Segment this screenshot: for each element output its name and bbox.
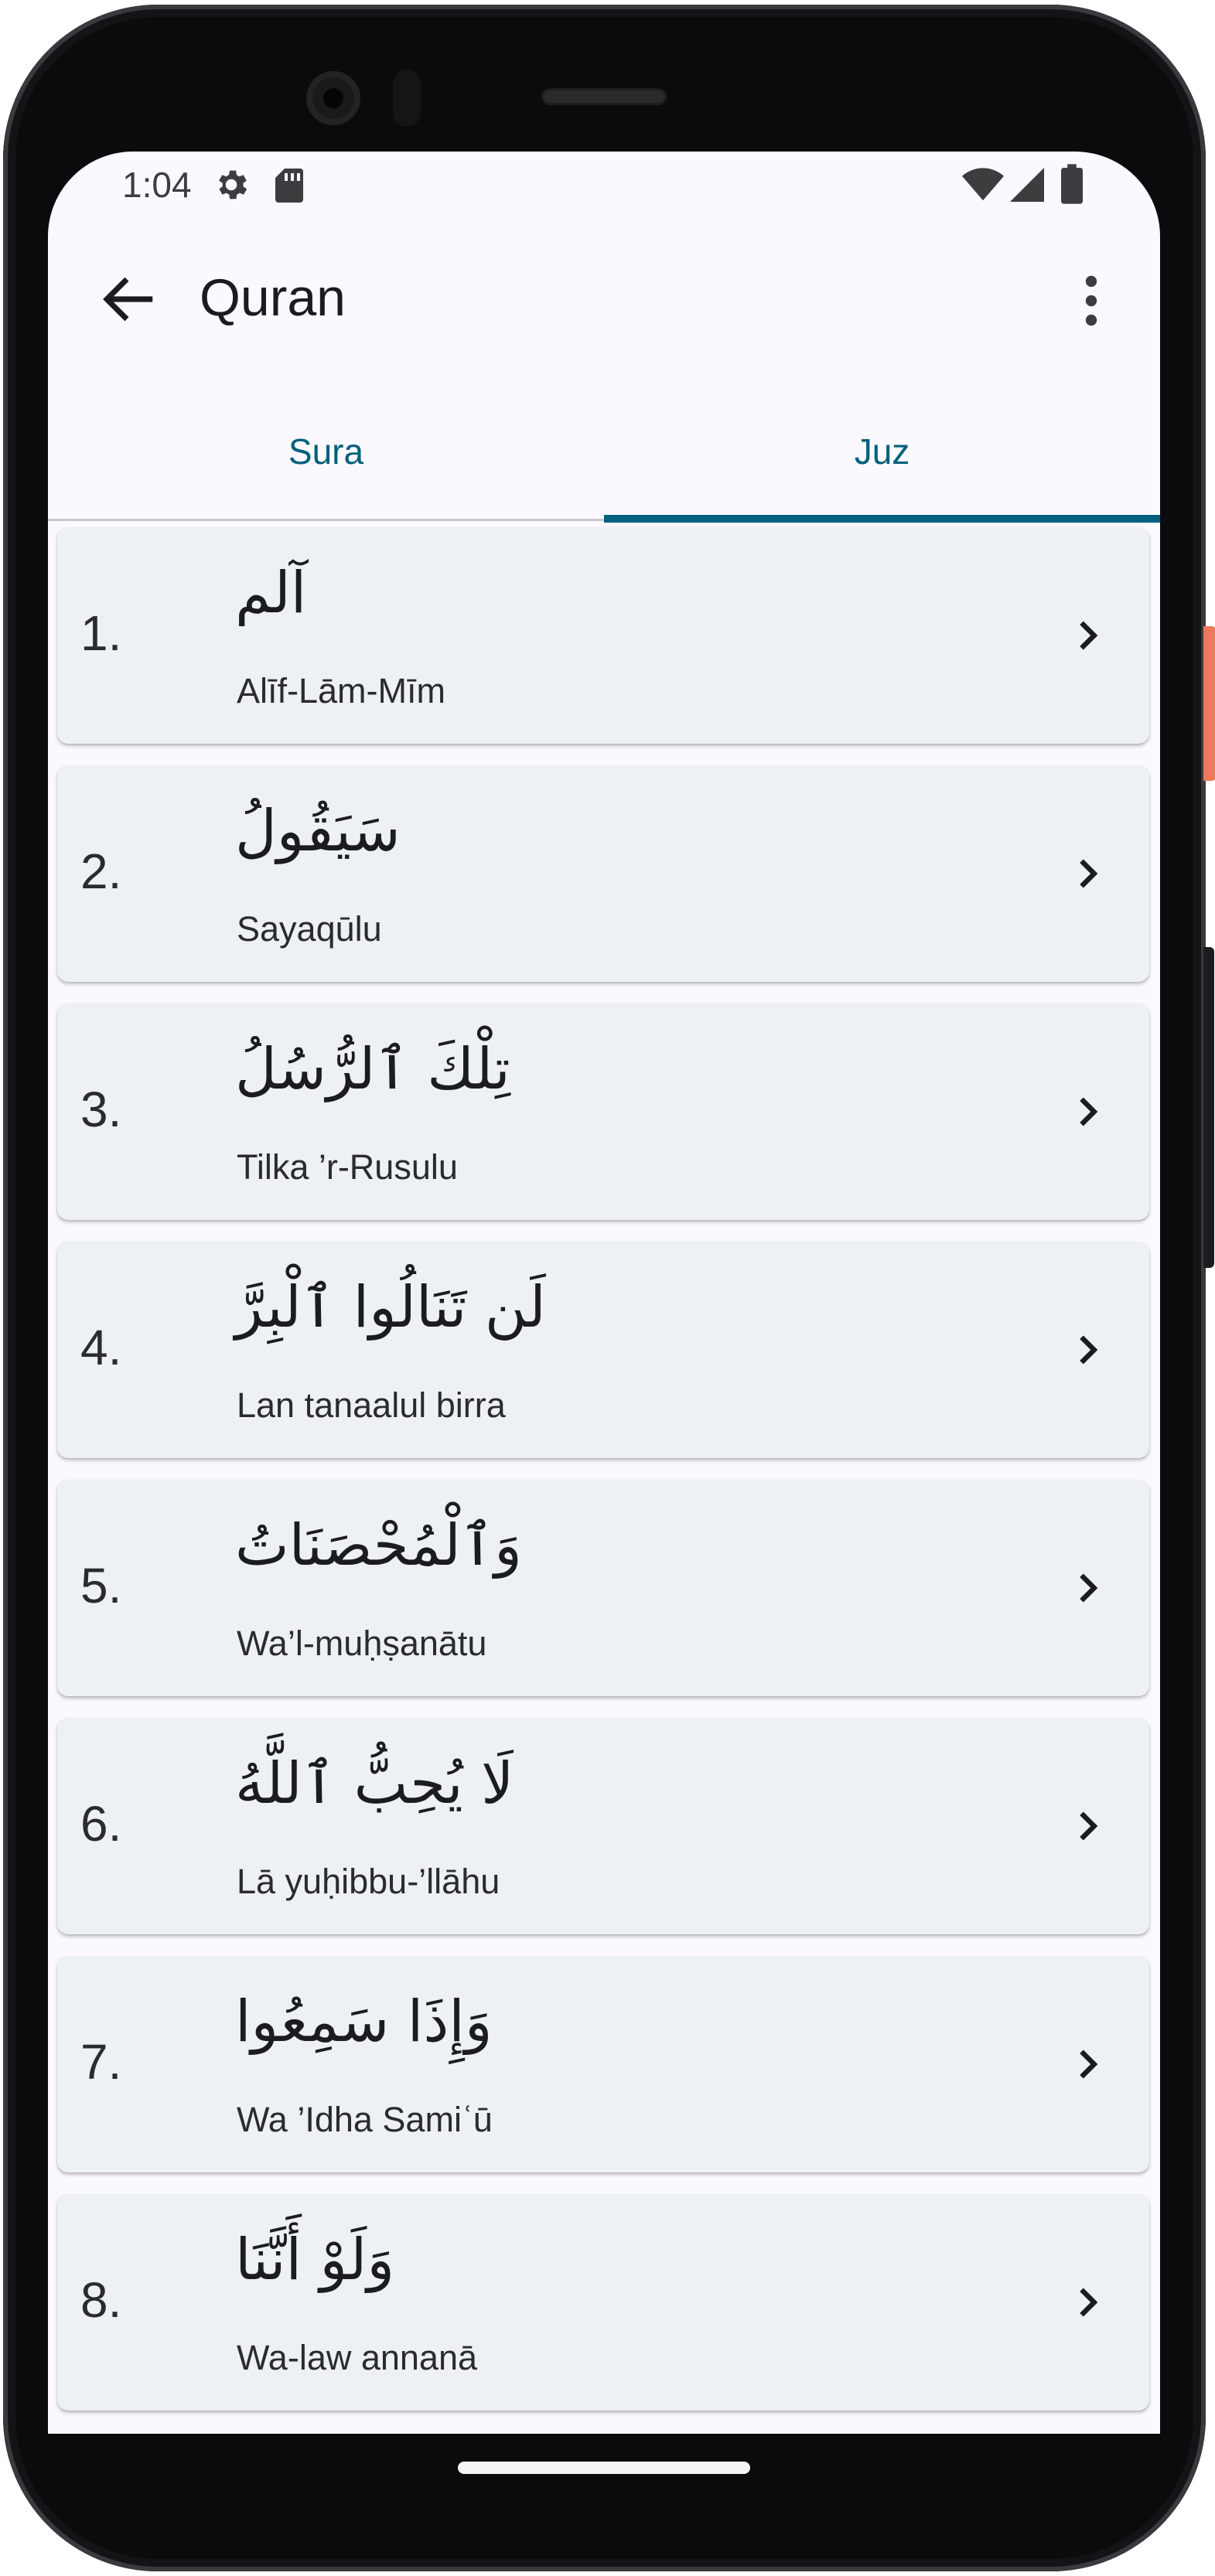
juz-transliteration: Wa’l-muḥṣanātu <box>237 1624 487 1663</box>
arrow-back-icon[interactable] <box>94 266 161 332</box>
battery-icon <box>1061 164 1083 204</box>
juz-number: 7. <box>80 2034 122 2090</box>
juz-card-6[interactable]: 6. لَا يُحِبُّ ٱللَّهُ Lā yuḥibbu-’llāhu <box>57 1718 1149 1934</box>
status-bar: 1:04 <box>48 152 1160 220</box>
app-bar: Quran <box>48 220 1160 382</box>
gear-icon <box>219 170 247 199</box>
juz-card-7[interactable]: 7. وَإِذَا سَمِعُوا Wa ’Idha Samiʿū <box>57 1956 1149 2172</box>
juz-number: 8. <box>80 2272 122 2328</box>
juz-card-8[interactable]: 8. وَلَوْ أَنَّنَا Wa-law annanā <box>57 2194 1149 2411</box>
juz-card-4[interactable]: 4. لَن تَنَالُوا ٱلْبِرَّ Lan tanaalul b… <box>57 1242 1149 1458</box>
chevron-right-icon <box>1080 1097 1098 1126</box>
juz-transliteration: Lā yuḥibbu-’llāhu <box>237 1862 500 1901</box>
juz-card-1[interactable]: 1. آلم Alīf-Lām-Mīm <box>57 527 1149 744</box>
tab-sura[interactable]: Sura <box>48 382 604 521</box>
juz-card-5[interactable]: 5. وَٱلْمُحْصَنَاتُ Wa’l-muḥṣanātu <box>57 1480 1149 1696</box>
juz-arabic-title: آلم <box>235 560 307 626</box>
front-camera <box>306 71 360 125</box>
juz-number: 1. <box>80 605 122 661</box>
juz-transliteration: Tilka ’r-Rusulu <box>237 1147 458 1187</box>
juz-number: 3. <box>80 1082 122 1137</box>
tab-indicator <box>604 515 1160 523</box>
proximity-sensor <box>393 70 421 127</box>
power-button <box>1203 626 1215 781</box>
juz-number: 2. <box>80 843 122 899</box>
juz-arabic-title: وَٱلْمُحْصَنَاتُ <box>235 1512 522 1579</box>
sd-card-icon <box>275 169 303 203</box>
juz-arabic-title: وَإِذَا سَمِعُوا <box>235 1988 493 2055</box>
more-vert-icon[interactable] <box>1058 267 1125 334</box>
chevron-right-icon <box>1080 1573 1098 1603</box>
wifi-icon <box>962 168 1004 201</box>
home-gesture-handle[interactable] <box>458 2462 750 2474</box>
chevron-right-icon <box>1080 1811 1098 1841</box>
tab-row: Sura Juz <box>48 382 1160 521</box>
juz-transliteration: Wa ’Idha Samiʿū <box>237 2100 493 2139</box>
app-title: Quran <box>200 268 346 327</box>
juz-arabic-title: تِلْكَ ٱلرُّسُلُ <box>235 1036 510 1102</box>
chevron-right-icon <box>1080 1335 1098 1365</box>
juz-card-3[interactable]: 3. تِلْكَ ٱلرُّسُلُ Tilka ’r-Rusulu <box>57 1003 1149 1220</box>
signal-icon <box>1010 168 1044 202</box>
juz-arabic-title: وَلَوْ أَنَّنَا <box>235 2227 395 2293</box>
juz-transliteration: Sayaqūlu <box>237 909 382 949</box>
juz-arabic-title: لَن تَنَالُوا ٱلْبِرَّ <box>235 1274 546 1341</box>
juz-transliteration: Wa-law annanā <box>237 2338 478 2377</box>
screen: 1:04 Quran Sura Juz 1. آلم Alīf-Lām-Mīm … <box>48 152 1160 2471</box>
juz-number: 6. <box>80 1796 122 1852</box>
juz-transliteration: Lan tanaalul birra <box>237 1385 506 1425</box>
chevron-right-icon <box>1080 2288 1098 2317</box>
chevron-right-icon <box>1080 859 1098 888</box>
juz-number: 4. <box>80 1320 122 1375</box>
earpiece-speaker <box>541 88 667 105</box>
juz-arabic-title: سَيَقُولُ <box>235 798 401 864</box>
juz-card-2[interactable]: 2. سَيَقُولُ Sayaqūlu <box>57 765 1149 982</box>
chevron-right-icon <box>1080 2050 1098 2079</box>
juz-transliteration: Alīf-Lām-Mīm <box>237 671 445 710</box>
volume-button <box>1203 947 1214 1268</box>
status-time: 1:04 <box>122 165 192 205</box>
juz-number: 5. <box>80 1558 122 1613</box>
juz-arabic-title: لَا يُحِبُّ ٱللَّهُ <box>235 1750 514 1817</box>
chevron-right-icon <box>1080 621 1098 650</box>
tab-juz[interactable]: Juz <box>604 382 1160 521</box>
